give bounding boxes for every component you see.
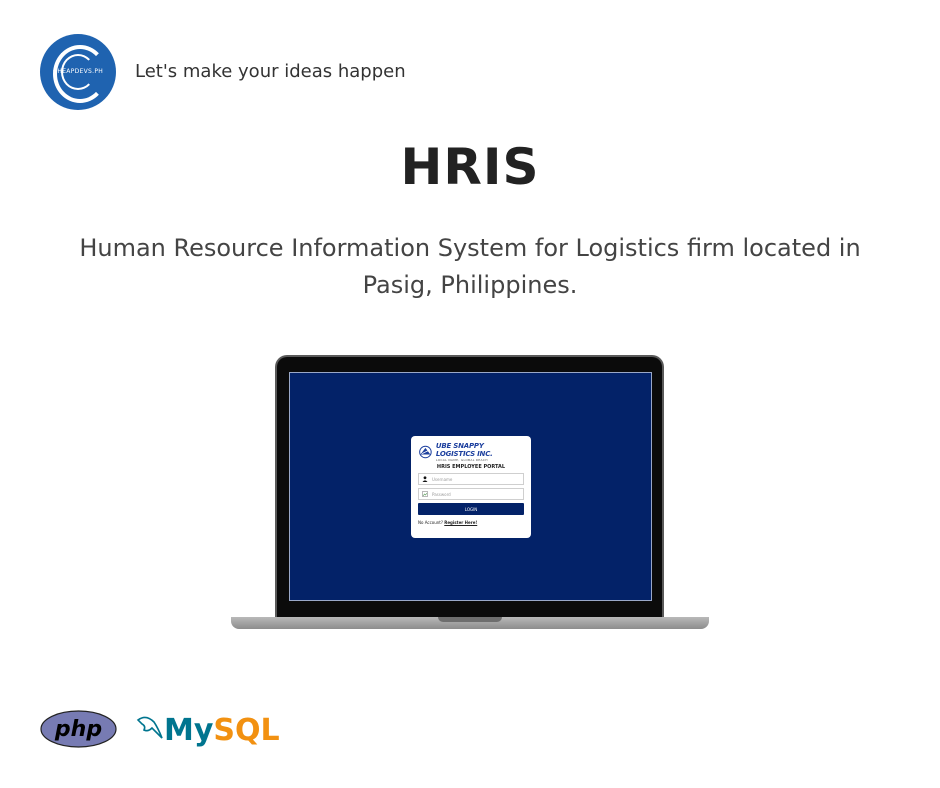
password-placeholder: Password	[432, 491, 451, 497]
username-field[interactable]: Username	[418, 473, 524, 485]
register-link[interactable]: Register Here!	[444, 520, 477, 525]
project-title: HRIS	[400, 138, 540, 196]
dolphin-icon	[136, 716, 163, 739]
tagline: Let's make your ideas happen	[135, 61, 406, 82]
laptop-notch	[438, 617, 502, 622]
php-logo-text: php	[54, 717, 102, 742]
user-icon	[422, 476, 428, 482]
cheapdevs-logo: CHEAPDEVS.PH	[40, 34, 116, 110]
lock-icon	[422, 491, 428, 497]
laptop-base	[231, 617, 709, 629]
company-motto: LOCAL NAME, GLOBAL REACH	[435, 458, 488, 462]
mysql-logo-text: MySQL	[164, 713, 280, 748]
project-description: Human Resource Information System for Lo…	[79, 234, 861, 299]
password-field[interactable]: Password	[418, 488, 524, 500]
laptop-screen: UBE SNAPPY LOGISTICS INC. LOCAL NAME, GL…	[289, 372, 652, 601]
mysql-logo: MySQL	[136, 713, 280, 748]
login-card: UBE SNAPPY LOGISTICS INC. LOCAL NAME, GL…	[411, 436, 531, 538]
portal-title: HRIS EMPLOYEE PORTAL	[436, 464, 506, 470]
no-account-text: No Account?	[418, 520, 443, 525]
logo-text: CHEAPDEVS.PH	[52, 68, 104, 75]
login-button[interactable]: LOGIN	[418, 503, 524, 515]
company-logo-icon	[419, 445, 432, 459]
username-placeholder: Username	[432, 476, 453, 482]
register-row: No Account? Register Here!	[418, 520, 524, 525]
company-name: UBE SNAPPY LOGISTICS INC.	[435, 442, 493, 458]
laptop-mockup: UBE SNAPPY LOGISTICS INC. LOCAL NAME, GL…	[275, 355, 664, 618]
php-logo: php	[40, 710, 117, 748]
company-logo-row: UBE SNAPPY LOGISTICS INC. LOCAL NAME, GL…	[418, 441, 524, 463]
